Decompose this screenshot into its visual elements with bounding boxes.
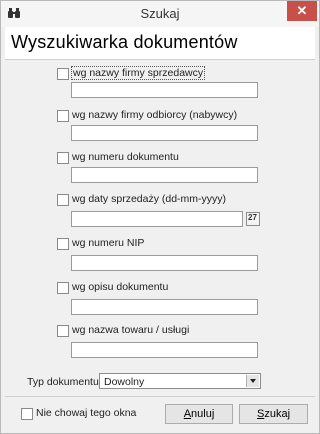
chevron-down-icon[interactable] xyxy=(246,375,259,387)
product-name-input[interactable] xyxy=(71,342,258,358)
cancel-mnemonic: A xyxy=(183,408,192,420)
close-button[interactable]: ✕ xyxy=(287,1,317,21)
checkbox[interactable] xyxy=(57,238,69,250)
date-picker-button[interactable]: 27 xyxy=(246,212,260,226)
document-description-input[interactable] xyxy=(71,299,258,315)
keep-open-label: Nie chowaj tego okna xyxy=(36,407,137,419)
close-icon: ✕ xyxy=(296,3,308,18)
title-bar: Szukaj ✕ xyxy=(1,1,319,27)
document-type-select[interactable]: Dowolny xyxy=(99,373,261,389)
cancel-button[interactable]: Anuluj xyxy=(165,404,233,424)
checkbox[interactable] xyxy=(57,68,69,80)
search-dialog: Szukaj ✕ Wyszukiwarka dokumentów wg nazw… xyxy=(0,0,320,434)
search-button[interactable]: Szukaj xyxy=(239,404,308,424)
search-label: zukaj xyxy=(264,408,291,420)
checkbox[interactable] xyxy=(57,152,69,164)
checkbox[interactable] xyxy=(57,110,69,122)
window-title: Szukaj xyxy=(140,6,180,21)
criterion-label: wg numeru NIP xyxy=(72,237,145,249)
criterion-label: wg opisu dokumentu xyxy=(72,281,169,293)
document-number-input[interactable] xyxy=(71,167,258,183)
criterion-label: wg daty sprzedaży (dd-mm-yyyy) xyxy=(72,193,227,205)
buyer-name-input[interactable] xyxy=(71,125,258,141)
checkbox[interactable] xyxy=(57,194,69,206)
footer-divider xyxy=(5,396,315,397)
cancel-label: nuluj xyxy=(191,408,215,420)
criterion-label: wg numeru dokumentu xyxy=(72,151,179,163)
sale-date-input[interactable] xyxy=(71,211,243,227)
criterion-label: wg nazwa towaru / usługi xyxy=(72,324,190,336)
nip-number-input[interactable] xyxy=(71,255,258,271)
document-type-label: Typ dokumentu xyxy=(27,376,99,388)
dialog-header: Wyszukiwarka dokumentów xyxy=(5,27,315,60)
calendar-icon: 27 xyxy=(248,213,257,222)
criterion-label: wg nazwy firmy sprzedawcy xyxy=(70,66,206,80)
document-type-value: Dowolny xyxy=(104,376,145,388)
page-title: Wyszukiwarka dokumentów xyxy=(11,32,238,52)
seller-name-input[interactable] xyxy=(71,82,258,98)
criterion-label: wg nazwy firmy odbiorcy (nabywcy) xyxy=(72,109,238,121)
keep-open-checkbox[interactable] xyxy=(21,408,33,420)
checkbox[interactable] xyxy=(57,282,69,294)
checkbox[interactable] xyxy=(57,325,69,337)
